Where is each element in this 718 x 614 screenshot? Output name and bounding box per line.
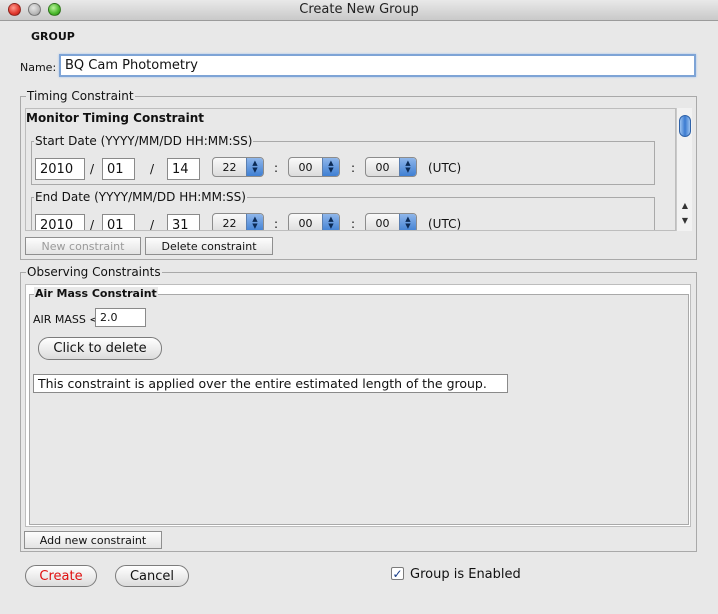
create-button[interactable]: Create	[25, 565, 97, 587]
name-label: Name:	[20, 61, 57, 74]
scrollbar-thumb[interactable]	[679, 115, 691, 137]
end-minute-value: 00	[298, 216, 313, 230]
group-enabled-checkbox[interactable]: ✓	[391, 567, 404, 580]
observing-constraints-list: Air Mass Constraint AIR MASS < 2.0 Click…	[25, 284, 691, 527]
new-constraint-button[interactable]: New constraint	[25, 237, 141, 255]
group-heading: GROUP	[31, 30, 75, 43]
end-utc-label: (UTC)	[428, 217, 462, 231]
spinner-arrows-icon[interactable]: ▲ ▼	[399, 214, 416, 230]
add-new-constraint-button[interactable]: Add new constraint	[24, 531, 162, 549]
end-year-field[interactable]: 2010	[35, 214, 85, 230]
cancel-button[interactable]: Cancel	[115, 565, 189, 587]
start-month-field[interactable]: 01	[102, 158, 135, 180]
start-utc-label: (UTC)	[428, 161, 462, 175]
monitor-timing-title: Monitor Timing Constraint	[26, 111, 205, 125]
timing-constraint-legend: Timing Constraint	[26, 89, 135, 103]
air-mass-input[interactable]: 2.0	[95, 308, 146, 327]
start-second-spinner[interactable]: 00 ▲ ▼	[365, 157, 417, 177]
start-hour-spinner[interactable]: 22 ▲ ▼	[212, 157, 264, 177]
end-slash-2: /	[150, 218, 155, 231]
end-colon-2: :	[351, 217, 356, 231]
delete-constraint-button[interactable]: Delete constraint	[145, 237, 273, 255]
checkmark-icon: ✓	[392, 566, 403, 581]
spinner-arrows-icon[interactable]: ▲ ▼	[322, 214, 339, 230]
air-mass-box	[29, 294, 689, 525]
end-hour-spinner[interactable]: 22 ▲ ▼	[212, 213, 264, 230]
timing-scrollbar[interactable]: ▲ ▼	[676, 108, 692, 231]
air-mass-legend: Air Mass Constraint	[34, 287, 158, 300]
start-minute-value: 00	[298, 160, 313, 174]
group-name-input[interactable]: BQ Cam Photometry	[59, 54, 696, 77]
spinner-arrows-icon[interactable]: ▲ ▼	[246, 214, 263, 230]
start-date-legend: Start Date (YYYY/MM/DD HH:MM:SS)	[34, 134, 254, 148]
observing-constraints-legend: Observing Constraints	[26, 265, 162, 279]
start-minute-spinner[interactable]: 00 ▲ ▼	[288, 157, 340, 177]
start-slash-2: /	[150, 162, 155, 176]
end-hour-value: 22	[222, 216, 237, 230]
end-second-spinner[interactable]: 00 ▲ ▼	[365, 213, 417, 230]
end-day-field[interactable]: 31	[167, 214, 200, 230]
air-mass-note: This constraint is applied over the enti…	[33, 374, 508, 393]
end-second-value: 00	[375, 216, 390, 230]
end-minute-spinner[interactable]: 00 ▲ ▼	[288, 213, 340, 230]
end-slash-1: /	[90, 218, 95, 231]
click-to-delete-button[interactable]: Click to delete	[38, 337, 162, 360]
start-hour-value: 22	[222, 160, 237, 174]
air-mass-label: AIR MASS <	[33, 313, 99, 326]
spinner-arrows-icon[interactable]: ▲ ▼	[399, 158, 416, 176]
start-year-field[interactable]: 2010	[35, 158, 85, 180]
start-second-value: 00	[375, 160, 390, 174]
window-title: Create New Group	[299, 2, 419, 17]
start-colon-2: :	[351, 161, 356, 175]
scroll-down-arrow-icon[interactable]: ▼	[679, 216, 691, 225]
start-slash-1: /	[90, 162, 95, 176]
timing-scroll-area: Monitor Timing Constraint Start Date (YY…	[25, 108, 676, 231]
end-colon-1: :	[274, 217, 279, 231]
start-day-field[interactable]: 14	[167, 158, 200, 180]
group-enabled-label: Group is Enabled	[410, 567, 521, 582]
end-date-legend: End Date (YYYY/MM/DD HH:MM:SS)	[34, 190, 247, 204]
spinner-arrows-icon[interactable]: ▲ ▼	[246, 158, 263, 176]
title-bar: Create New Group	[0, 0, 718, 21]
start-colon-1: :	[274, 161, 279, 175]
end-month-field[interactable]: 01	[102, 214, 135, 230]
scroll-up-arrow-icon[interactable]: ▲	[679, 201, 691, 210]
spinner-arrows-icon[interactable]: ▲ ▼	[322, 158, 339, 176]
